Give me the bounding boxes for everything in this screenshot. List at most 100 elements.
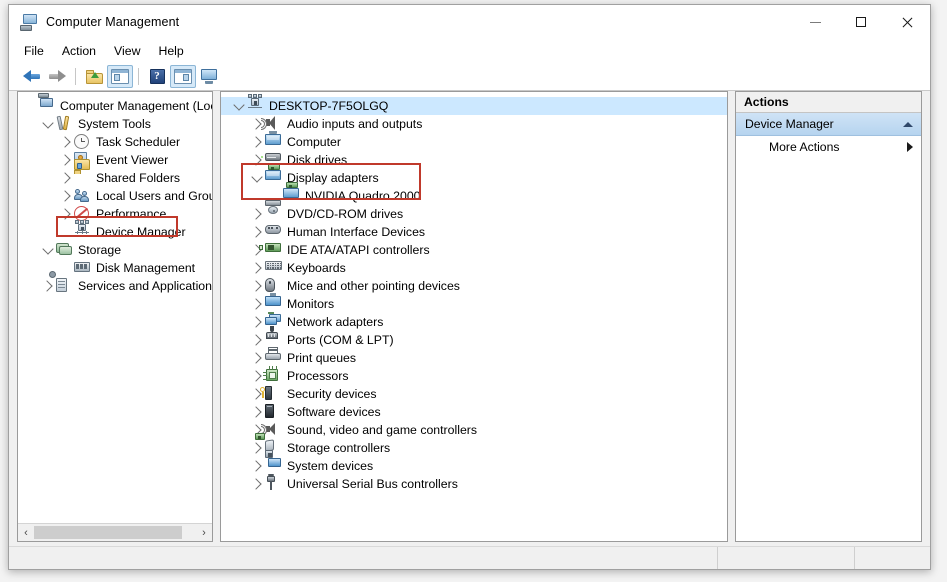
chevron-up-icon[interactable]: [903, 122, 913, 127]
close-button[interactable]: [884, 5, 930, 39]
tree-item-ide-ata-atapi-controllers[interactable]: IDE ATA/ATAPI controllers: [221, 241, 727, 259]
toolbar-separator-1: [75, 68, 76, 85]
chevron-right-icon[interactable]: [249, 331, 265, 349]
maximize-button[interactable]: [838, 5, 884, 39]
properties-button[interactable]: [196, 65, 222, 88]
show-hide-console-tree-button[interactable]: [107, 65, 133, 88]
scroll-right-button[interactable]: ›: [196, 525, 212, 540]
tree-item-processors[interactable]: Processors: [221, 367, 727, 385]
tree-item-local-users-and-groups[interactable]: Local Users and Groups: [18, 187, 212, 205]
tree-item-desktop-7f5olgq[interactable]: DESKTOP-7F5OLGQ: [221, 97, 727, 115]
tree-item-device-manager[interactable]: Device Manager: [18, 223, 212, 241]
hscroll-track[interactable]: [34, 525, 196, 540]
menu-file[interactable]: File: [15, 41, 53, 61]
right-splitter[interactable]: [728, 91, 735, 542]
chevron-right-icon[interactable]: [249, 475, 265, 493]
tree-item-label: DVD/CD-ROM drives: [287, 207, 403, 221]
chevron-right-icon[interactable]: [249, 223, 265, 241]
chevron-right-icon[interactable]: [249, 349, 265, 367]
console-tree-hscrollbar[interactable]: ‹ ›: [18, 523, 212, 541]
tree-item-computer-management-local[interactable]: Computer Management (Local: [18, 97, 212, 115]
tree-item-system-tools[interactable]: System Tools: [18, 115, 212, 133]
tree-item-system-devices[interactable]: System devices: [221, 457, 727, 475]
tree-item-task-scheduler[interactable]: Task Scheduler: [18, 133, 212, 151]
tree-spacer: [22, 97, 38, 115]
left-splitter[interactable]: [213, 91, 220, 542]
actions-header: Actions: [736, 92, 921, 113]
chevron-right-icon[interactable]: [249, 205, 265, 223]
chevron-right-icon[interactable]: [58, 151, 74, 169]
toolbar: ?: [9, 63, 930, 91]
hscroll-thumb[interactable]: [34, 526, 182, 539]
forward-button[interactable]: [44, 65, 70, 88]
system-tools-icon: [56, 116, 74, 132]
tree-item-audio-inputs-and-outputs[interactable]: Audio inputs and outputs: [221, 115, 727, 133]
chevron-down-icon[interactable]: [40, 241, 56, 259]
menu-action[interactable]: Action: [53, 41, 105, 61]
tree-item-print-queues[interactable]: Print queues: [221, 349, 727, 367]
tree-item-services-and-applications[interactable]: Services and Applications: [18, 277, 212, 295]
tree-item-label: Sound, video and game controllers: [287, 423, 477, 437]
up-one-level-button[interactable]: [81, 65, 107, 88]
tree-item-nvidia-quadro-2000[interactable]: NVIDIA Quadro 2000: [221, 187, 727, 205]
chevron-right-icon[interactable]: [249, 313, 265, 331]
console-tree[interactable]: Computer Management (Local System Tools Ta…: [18, 92, 212, 523]
chevron-right-icon[interactable]: [249, 241, 265, 259]
chevron-right-icon[interactable]: [58, 205, 74, 223]
tree-item-mice-and-other-pointing-devices[interactable]: Mice and other pointing devices: [221, 277, 727, 295]
chevron-right-icon[interactable]: [58, 169, 74, 187]
minimize-button[interactable]: [792, 5, 838, 39]
back-button[interactable]: [18, 65, 44, 88]
tree-item-storage-controllers[interactable]: Storage controllers: [221, 439, 727, 457]
tree-item-network-adapters[interactable]: Network adapters: [221, 313, 727, 331]
tree-item-human-interface-devices[interactable]: Human Interface Devices: [221, 223, 727, 241]
chevron-right-icon[interactable]: [249, 259, 265, 277]
tree-item-storage[interactable]: Storage: [18, 241, 212, 259]
tree-item-disk-management[interactable]: Disk Management: [18, 259, 212, 277]
tree-item-ports-com-lpt[interactable]: Ports (COM & LPT): [221, 331, 727, 349]
back-arrow-icon: [23, 70, 40, 83]
chevron-right-icon[interactable]: [249, 403, 265, 421]
tree-item-label: Display adapters: [287, 171, 379, 185]
tree-item-label: Services and Applications: [78, 279, 212, 293]
chevron-right-icon[interactable]: [249, 133, 265, 151]
tree-item-label: Keyboards: [287, 261, 346, 275]
tree-item-sound-video-and-game-controllers[interactable]: Sound, video and game controllers: [221, 421, 727, 439]
tree-item-label: System Tools: [78, 117, 151, 131]
tree-item-computer[interactable]: Computer: [221, 133, 727, 151]
chevron-right-icon[interactable]: [249, 277, 265, 295]
system-device-icon: [265, 458, 283, 474]
tree-item-universal-serial-bus-controllers[interactable]: Universal Serial Bus controllers: [221, 475, 727, 493]
chevron-down-icon[interactable]: [40, 115, 56, 133]
chevron-right-icon[interactable]: [249, 439, 265, 457]
chevron-right-icon[interactable]: [58, 187, 74, 205]
chevron-right-icon[interactable]: [249, 457, 265, 475]
computer-management-window: Computer Management File Action View Hel…: [8, 4, 931, 570]
chevron-right-icon[interactable]: [40, 277, 56, 295]
tree-item-disk-drives[interactable]: Disk drives: [221, 151, 727, 169]
chevron-right-icon[interactable]: [249, 295, 265, 313]
chevron-right-icon[interactable]: [58, 133, 74, 151]
tree-item-label: Computer Management (Local: [60, 99, 212, 113]
tree-item-dvd-cd-rom-drives[interactable]: DVD/CD-ROM drives: [221, 205, 727, 223]
tree-item-keyboards[interactable]: Keyboards: [221, 259, 727, 277]
tree-item-security-devices[interactable]: Security devices: [221, 385, 727, 403]
users-icon: [74, 188, 92, 204]
actions-group-device-manager[interactable]: Device Manager: [736, 113, 921, 136]
tree-item-performance[interactable]: Performance: [18, 205, 212, 223]
tree-item-shared-folders[interactable]: Shared Folders: [18, 169, 212, 187]
tree-item-event-viewer[interactable]: Event Viewer: [18, 151, 212, 169]
chevron-down-icon[interactable]: [249, 169, 265, 187]
chevron-right-icon[interactable]: [249, 151, 265, 169]
tree-item-monitors[interactable]: Monitors: [221, 295, 727, 313]
menu-help[interactable]: Help: [149, 41, 192, 61]
chevron-down-icon[interactable]: [231, 97, 247, 115]
tree-item-label: Performance: [96, 207, 166, 221]
tree-item-software-devices[interactable]: Software devices: [221, 403, 727, 421]
action-more-actions[interactable]: More Actions: [736, 136, 921, 158]
device-tree[interactable]: DESKTOP-7F5OLGQAudio inputs and outputsC…: [221, 92, 727, 493]
scroll-left-button[interactable]: ‹: [18, 525, 34, 540]
help-button[interactable]: ?: [144, 65, 170, 88]
menu-view[interactable]: View: [105, 41, 149, 61]
show-hide-action-pane-button[interactable]: [170, 65, 196, 88]
